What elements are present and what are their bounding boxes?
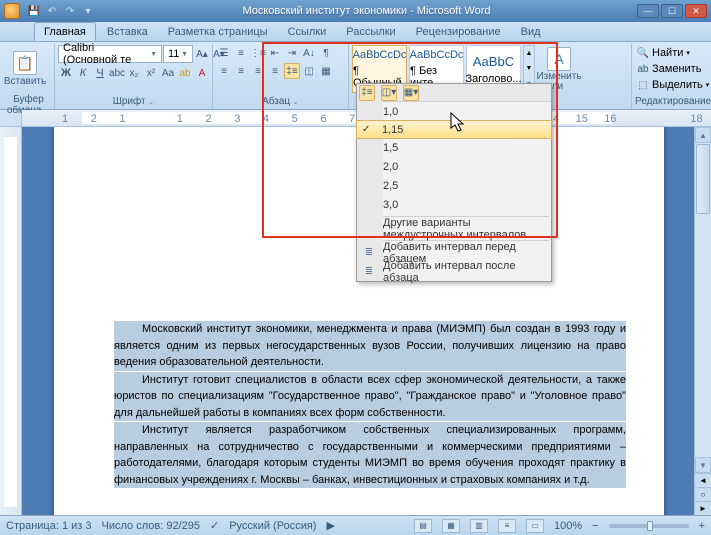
line-spacing-dropdown: ‡≡ ◫▾ ▦▾ 1,0 ✓1,15 1,5 2,0 2,5 3,0 Други…: [356, 83, 552, 282]
grow-font-icon[interactable]: A▴: [194, 46, 210, 62]
sort-button[interactable]: A↓: [301, 45, 317, 61]
check-icon: ✓: [362, 124, 370, 135]
ribbon-tabs: Главная Вставка Разметка страницы Ссылки…: [0, 22, 711, 42]
status-zoom[interactable]: 100%: [554, 520, 582, 532]
spacing-2-0[interactable]: 2,0: [357, 157, 551, 176]
view-draft[interactable]: ▭: [526, 519, 544, 533]
spacing-2-5[interactable]: 2,5: [357, 176, 551, 195]
zoom-out-button[interactable]: −: [592, 520, 598, 532]
status-proofing-icon[interactable]: ✓: [210, 519, 219, 532]
align-justify-button[interactable]: ≡: [267, 63, 283, 79]
subscript-button[interactable]: x₂: [126, 65, 142, 81]
status-bar: Страница: 1 из 3 Число слов: 92/295 ✓ Ру…: [0, 515, 711, 535]
change-case-button[interactable]: Aa: [160, 65, 176, 81]
zoom-slider[interactable]: [609, 524, 689, 528]
superscript-button[interactable]: x²: [143, 65, 159, 81]
window-title: Московский институт экономики - Microsof…: [96, 5, 637, 17]
scroll-thumb[interactable]: [696, 144, 710, 214]
maximize-button[interactable]: ☐: [661, 4, 683, 18]
borders-icon[interactable]: ▦▾: [403, 85, 419, 101]
align-center-button[interactable]: ≡: [233, 63, 249, 79]
tab-pagelayout[interactable]: Разметка страницы: [159, 23, 277, 41]
status-macro-icon[interactable]: ▶: [326, 519, 334, 532]
group-clipboard: 📋 Вставить Буфер обмена: [3, 44, 55, 109]
group-editing: 🔍Найти▾ abЗаменить ⬚Выделить▾ Редактиров…: [632, 44, 708, 109]
space-after-icon: ≣: [362, 265, 376, 279]
paste-icon: 📋: [13, 51, 37, 75]
find-icon: 🔍: [635, 45, 651, 61]
indent-increase-button[interactable]: ⇥: [284, 45, 300, 61]
save-icon[interactable]: 💾: [26, 3, 42, 19]
spacing-1-15[interactable]: ✓1,15: [356, 120, 552, 139]
view-outline[interactable]: ≡: [498, 519, 516, 533]
next-page-icon[interactable]: ►: [695, 501, 711, 515]
align-left-button[interactable]: ≡: [216, 63, 232, 79]
numbering-button[interactable]: ≡: [233, 45, 249, 61]
spacing-options[interactable]: Другие варианты междустрочных интервалов…: [357, 219, 551, 238]
tab-review[interactable]: Рецензирование: [407, 23, 510, 41]
bullets-button[interactable]: ☰: [216, 45, 232, 61]
underline-button[interactable]: Ч: [92, 65, 108, 81]
replace-button[interactable]: abЗаменить: [635, 61, 709, 77]
tab-references[interactable]: Ссылки: [279, 23, 336, 41]
view-web[interactable]: ▥: [470, 519, 488, 533]
align-right-button[interactable]: ≡: [250, 63, 266, 79]
prev-page-icon[interactable]: ◄: [695, 473, 711, 487]
quick-access-toolbar: 💾 ↶ ↷ ▾: [26, 3, 96, 19]
vertical-scrollbar[interactable]: ▲ ▼ ◄ ○ ►: [694, 127, 711, 515]
close-button[interactable]: ✕: [685, 4, 707, 18]
view-print-layout[interactable]: ▤: [414, 519, 432, 533]
show-marks-button[interactable]: ¶: [318, 45, 334, 61]
group-paragraph: ☰ ≡ ⋮≡ ⇤ ⇥ A↓ ¶ ≡ ≡ ≡ ≡ ‡≡ ◫ ▦: [213, 44, 349, 109]
redo-icon[interactable]: ↷: [62, 3, 78, 19]
paste-button[interactable]: 📋 Вставить: [6, 45, 44, 93]
qat-dropdown-icon[interactable]: ▾: [80, 3, 96, 19]
tab-home[interactable]: Главная: [34, 22, 96, 41]
shading-button[interactable]: ◫: [301, 63, 317, 79]
line-spacing-icon[interactable]: ‡≡: [359, 85, 375, 101]
borders-button[interactable]: ▦: [318, 63, 334, 79]
spacing-1-5[interactable]: 1,5: [357, 138, 551, 157]
titlebar: 💾 ↶ ↷ ▾ Московский институт экономики - …: [0, 0, 711, 22]
replace-icon: ab: [635, 61, 651, 77]
select-button[interactable]: ⬚Выделить▾: [635, 77, 709, 93]
find-button[interactable]: 🔍Найти▾: [635, 45, 709, 61]
view-fullscreen[interactable]: ▦: [442, 519, 460, 533]
scroll-up-icon[interactable]: ▲: [695, 127, 711, 143]
status-language[interactable]: Русский (Россия): [229, 520, 316, 532]
tab-mailings[interactable]: Рассылки: [337, 23, 404, 41]
space-before-icon: ≣: [362, 246, 376, 260]
multilevel-button[interactable]: ⋮≡: [250, 45, 266, 61]
status-page[interactable]: Страница: 1 из 3: [6, 520, 92, 532]
change-styles-icon: A: [547, 47, 571, 71]
minimize-button[interactable]: —: [637, 4, 659, 18]
bold-button[interactable]: Ж: [58, 65, 74, 81]
font-name-combo[interactable]: Calibri (Основной те▼: [58, 45, 162, 63]
spacing-3-0[interactable]: 3,0: [357, 195, 551, 214]
zoom-in-button[interactable]: +: [699, 520, 705, 532]
status-words[interactable]: Число слов: 92/295: [102, 520, 200, 532]
spacing-1-0[interactable]: 1,0: [357, 102, 551, 121]
line-spacing-button[interactable]: ‡≡: [284, 63, 300, 79]
add-space-after[interactable]: ≣Добавить интервал после абзаца: [357, 262, 551, 281]
vertical-ruler[interactable]: [0, 127, 22, 515]
office-button[interactable]: [4, 3, 20, 19]
scroll-down-icon[interactable]: ▼: [695, 457, 711, 473]
italic-button[interactable]: К: [75, 65, 91, 81]
strike-button[interactable]: abc: [109, 65, 125, 81]
indent-decrease-button[interactable]: ⇤: [267, 45, 283, 61]
group-font: Calibri (Основной те▼ 11▼ A▴ A▾ Ж К Ч ab…: [55, 44, 213, 109]
highlight-button[interactable]: ab: [177, 65, 193, 81]
select-icon: ⬚: [635, 77, 651, 93]
tab-insert[interactable]: Вставка: [98, 23, 157, 41]
tab-view[interactable]: Вид: [512, 23, 550, 41]
font-size-combo[interactable]: 11▼: [163, 45, 193, 63]
undo-icon[interactable]: ↶: [44, 3, 60, 19]
shading-icon[interactable]: ◫▾: [381, 85, 397, 101]
browse-object-icon[interactable]: ○: [695, 487, 711, 501]
font-color-button[interactable]: A: [194, 65, 210, 81]
